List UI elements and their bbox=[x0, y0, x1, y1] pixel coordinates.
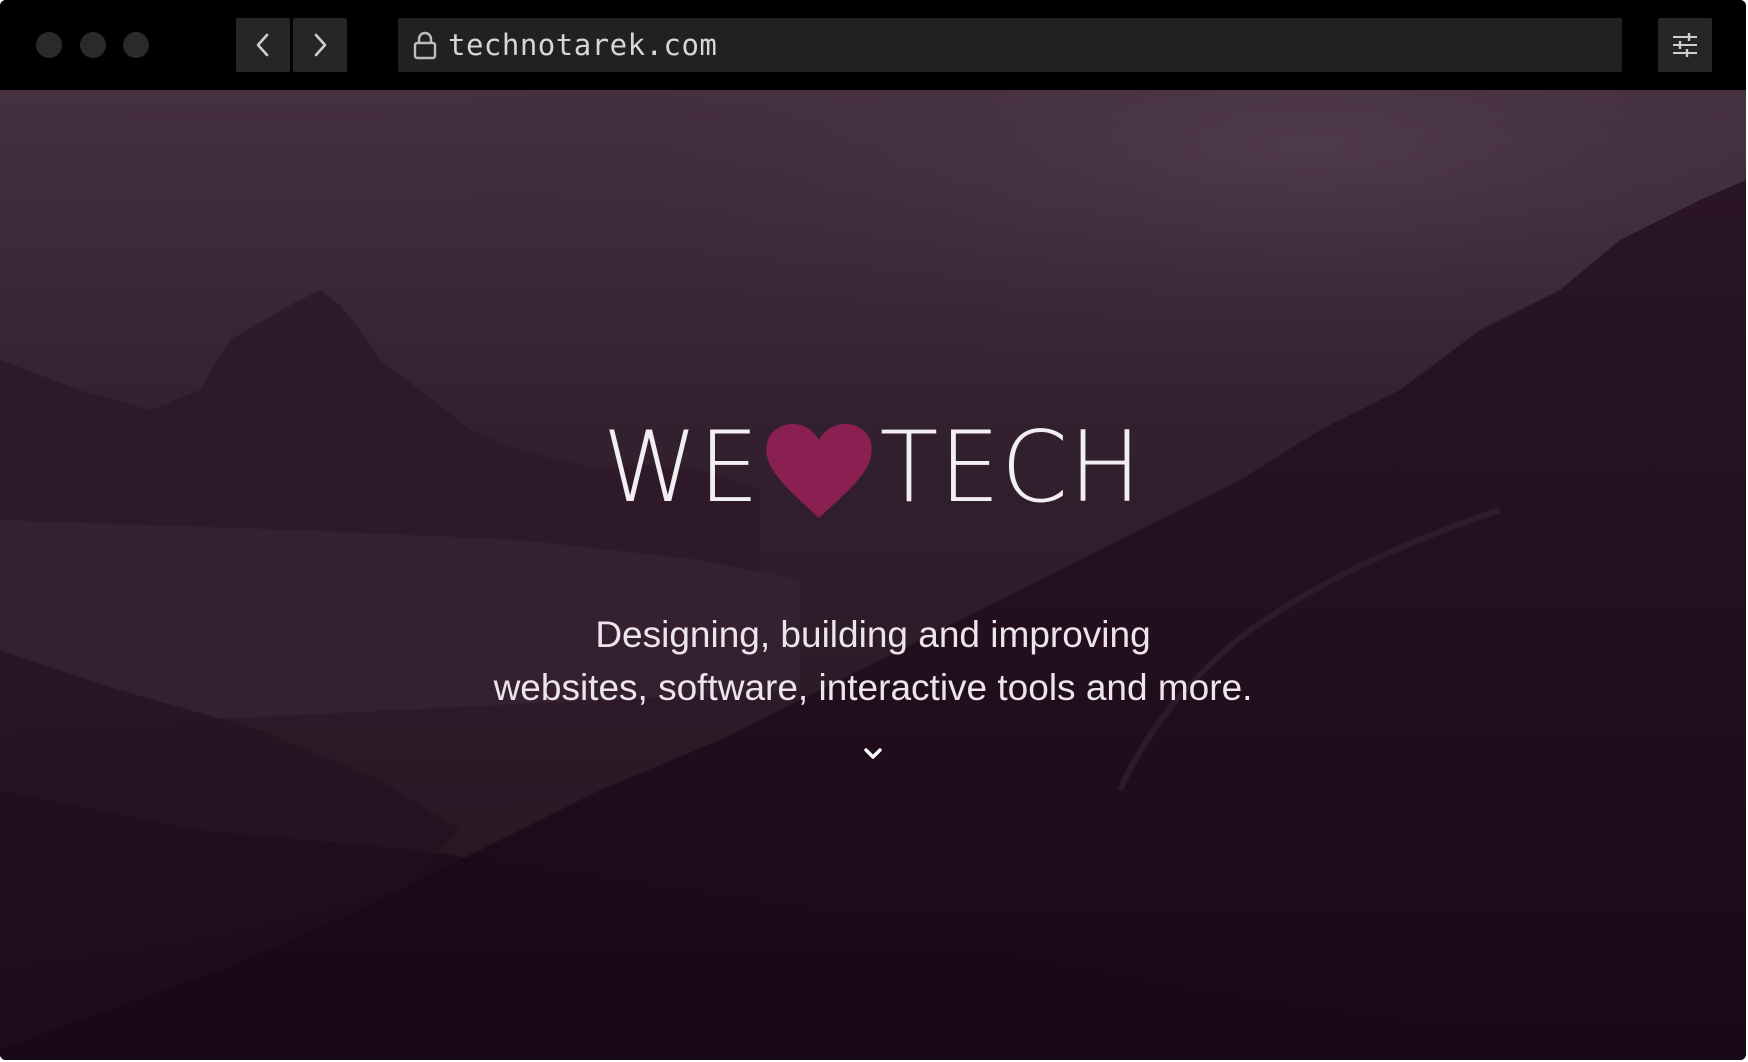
chevron-right-icon bbox=[314, 33, 327, 57]
minimize-window-dot[interactable] bbox=[80, 32, 106, 58]
headline-tech: TECH bbox=[880, 411, 1143, 525]
maximize-window-dot[interactable] bbox=[123, 32, 149, 58]
chevron-left-icon bbox=[256, 33, 269, 57]
scroll-down-button[interactable] bbox=[855, 736, 891, 772]
forward-button[interactable] bbox=[293, 18, 347, 72]
settings-button[interactable] bbox=[1658, 18, 1712, 72]
lock-icon bbox=[410, 28, 440, 62]
browser-window: technotarek.com WE TECH Designing, build… bbox=[0, 0, 1746, 1060]
chevron-down-icon bbox=[864, 748, 882, 759]
browser-toolbar: technotarek.com bbox=[0, 0, 1746, 90]
close-window-dot[interactable] bbox=[36, 32, 62, 58]
page-viewport: WE TECH Designing, building and improvin… bbox=[0, 90, 1746, 1060]
tagline-line-2: websites, software, interactive tools an… bbox=[493, 667, 1253, 708]
headline-we: WE bbox=[602, 411, 760, 525]
sliders-icon bbox=[1673, 33, 1697, 57]
hero-section: WE TECH Designing, building and improvin… bbox=[0, 90, 1746, 1060]
back-button[interactable] bbox=[236, 18, 290, 72]
heart-icon bbox=[763, 422, 875, 522]
hero-tagline: Designing, building and improving websit… bbox=[0, 608, 1746, 714]
url-text[interactable]: technotarek.com bbox=[448, 28, 717, 62]
tagline-line-1: Designing, building and improving bbox=[595, 614, 1151, 655]
address-bar[interactable]: technotarek.com bbox=[398, 18, 1622, 72]
hero-headline: WE TECH bbox=[0, 408, 1746, 528]
